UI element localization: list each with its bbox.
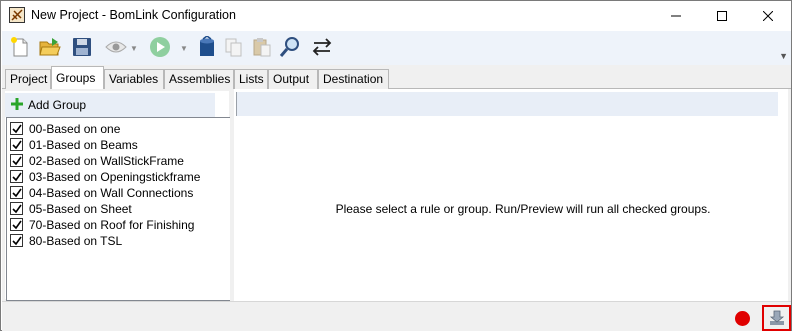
- group-checkbox[interactable]: [10, 202, 23, 215]
- group-label: 80-Based on TSL: [29, 234, 123, 248]
- minimize-button[interactable]: [653, 1, 699, 31]
- run-dropdown-icon[interactable]: ▼: [180, 44, 188, 53]
- paste-icon: [253, 38, 271, 57]
- play-icon: [150, 37, 170, 57]
- bomlink-app-icon: [9, 7, 25, 23]
- database-button[interactable]: [196, 35, 220, 59]
- empty-selection-message: Please select a rule or group. Run/Previ…: [335, 202, 711, 216]
- run-button[interactable]: [148, 35, 172, 59]
- groups-panel: Add Group 00-Based on one 01-Based on Be…: [5, 91, 231, 301]
- checkmark-icon: [12, 220, 22, 230]
- save-project-button[interactable]: [70, 35, 94, 59]
- copy-button[interactable]: [222, 35, 246, 59]
- status-indicator-dot: [735, 311, 750, 326]
- maximize-icon: [717, 11, 727, 21]
- window-title: New Project - BomLink Configuration: [31, 8, 236, 22]
- tab-assemblies[interactable]: Assemblies: [164, 69, 234, 89]
- swap-arrows-icon: [312, 38, 332, 56]
- detail-panel: Please select a rule or group. Run/Previ…: [234, 89, 788, 301]
- list-item[interactable]: 04-Based on Wall Connections: [10, 185, 194, 201]
- list-item[interactable]: 02-Based on WallStickFrame: [10, 153, 184, 169]
- open-folder-icon: [39, 38, 61, 56]
- checkmark-icon: [12, 204, 22, 214]
- tab-variables[interactable]: Variables: [104, 69, 164, 89]
- group-checkbox[interactable]: [10, 154, 23, 167]
- paste-button[interactable]: [250, 35, 274, 59]
- tab-project[interactable]: Project: [5, 69, 51, 89]
- group-checkbox[interactable]: [10, 186, 23, 199]
- group-checkbox[interactable]: [10, 218, 23, 231]
- preview-button[interactable]: [104, 35, 128, 59]
- eye-icon: [105, 41, 127, 53]
- tab-groups[interactable]: Groups: [51, 66, 104, 89]
- group-checkbox[interactable]: [10, 138, 23, 151]
- list-item[interactable]: 03-Based on Openingstickframe: [10, 169, 201, 185]
- status-bar: [2, 301, 791, 331]
- list-item[interactable]: 01-Based on Beams: [10, 137, 138, 153]
- checkmark-icon: [12, 156, 22, 166]
- rule-toolbar: [236, 92, 778, 116]
- list-item[interactable]: 05-Based on Sheet: [10, 201, 132, 217]
- group-checkbox[interactable]: [10, 170, 23, 183]
- group-label: 01-Based on Beams: [29, 138, 138, 152]
- add-group-button[interactable]: Add Group: [5, 93, 215, 117]
- group-label: 00-Based on one: [29, 122, 121, 136]
- toolbar: ▼ ▼ ▼: [2, 31, 791, 65]
- magnifier-icon: [279, 37, 299, 57]
- list-item[interactable]: 70-Based on Roof for Finishing: [10, 217, 195, 233]
- export-download-icon: [769, 310, 784, 325]
- copy-icon: [225, 38, 242, 57]
- tab-output[interactable]: Output: [268, 69, 318, 89]
- checkmark-icon: [12, 172, 22, 182]
- checkmark-icon: [12, 140, 22, 150]
- maximize-button[interactable]: [699, 1, 745, 31]
- tab-destination[interactable]: Destination: [318, 69, 389, 89]
- group-label: 04-Based on Wall Connections: [29, 186, 194, 200]
- export-button[interactable]: [762, 305, 791, 331]
- database-icon: [200, 36, 214, 56]
- group-list[interactable]: 00-Based on one 01-Based on Beams 02-Bas…: [6, 117, 231, 301]
- plus-icon: [11, 98, 23, 110]
- new-project-button[interactable]: [8, 35, 32, 59]
- tab-lists[interactable]: Lists: [234, 69, 268, 89]
- add-group-label: Add Group: [28, 98, 87, 112]
- group-label: 70-Based on Roof for Finishing: [29, 218, 195, 232]
- overflow-chevron-icon[interactable]: ▼: [779, 51, 788, 61]
- minimize-icon: [671, 15, 681, 17]
- checkmark-icon: [12, 188, 22, 198]
- list-item[interactable]: 00-Based on one: [10, 121, 121, 137]
- close-button[interactable]: [745, 1, 791, 31]
- tab-strip: Project Groups Variables Assemblies List…: [2, 65, 791, 89]
- list-item[interactable]: 80-Based on TSL: [10, 233, 123, 249]
- group-label: 02-Based on WallStickFrame: [29, 154, 184, 168]
- title-bar: New Project - BomLink Configuration: [1, 1, 791, 31]
- main-window: New Project - BomLink Configuration ▼ ▼ …: [0, 0, 792, 331]
- preview-dropdown-icon[interactable]: ▼: [130, 44, 138, 53]
- open-project-button[interactable]: [38, 35, 62, 59]
- search-button[interactable]: [278, 35, 302, 59]
- close-icon: [763, 11, 773, 21]
- save-disk-icon: [73, 38, 91, 56]
- group-checkbox[interactable]: [10, 234, 23, 247]
- new-document-icon: [11, 37, 28, 57]
- swap-button[interactable]: [310, 35, 334, 59]
- checkmark-icon: [12, 236, 22, 246]
- checkmark-icon: [12, 124, 22, 134]
- group-label: 05-Based on Sheet: [29, 202, 132, 216]
- group-label: 03-Based on Openingstickframe: [29, 170, 201, 184]
- groups-tab-content: Add Group 00-Based on one 01-Based on Be…: [2, 89, 791, 301]
- group-checkbox[interactable]: [10, 122, 23, 135]
